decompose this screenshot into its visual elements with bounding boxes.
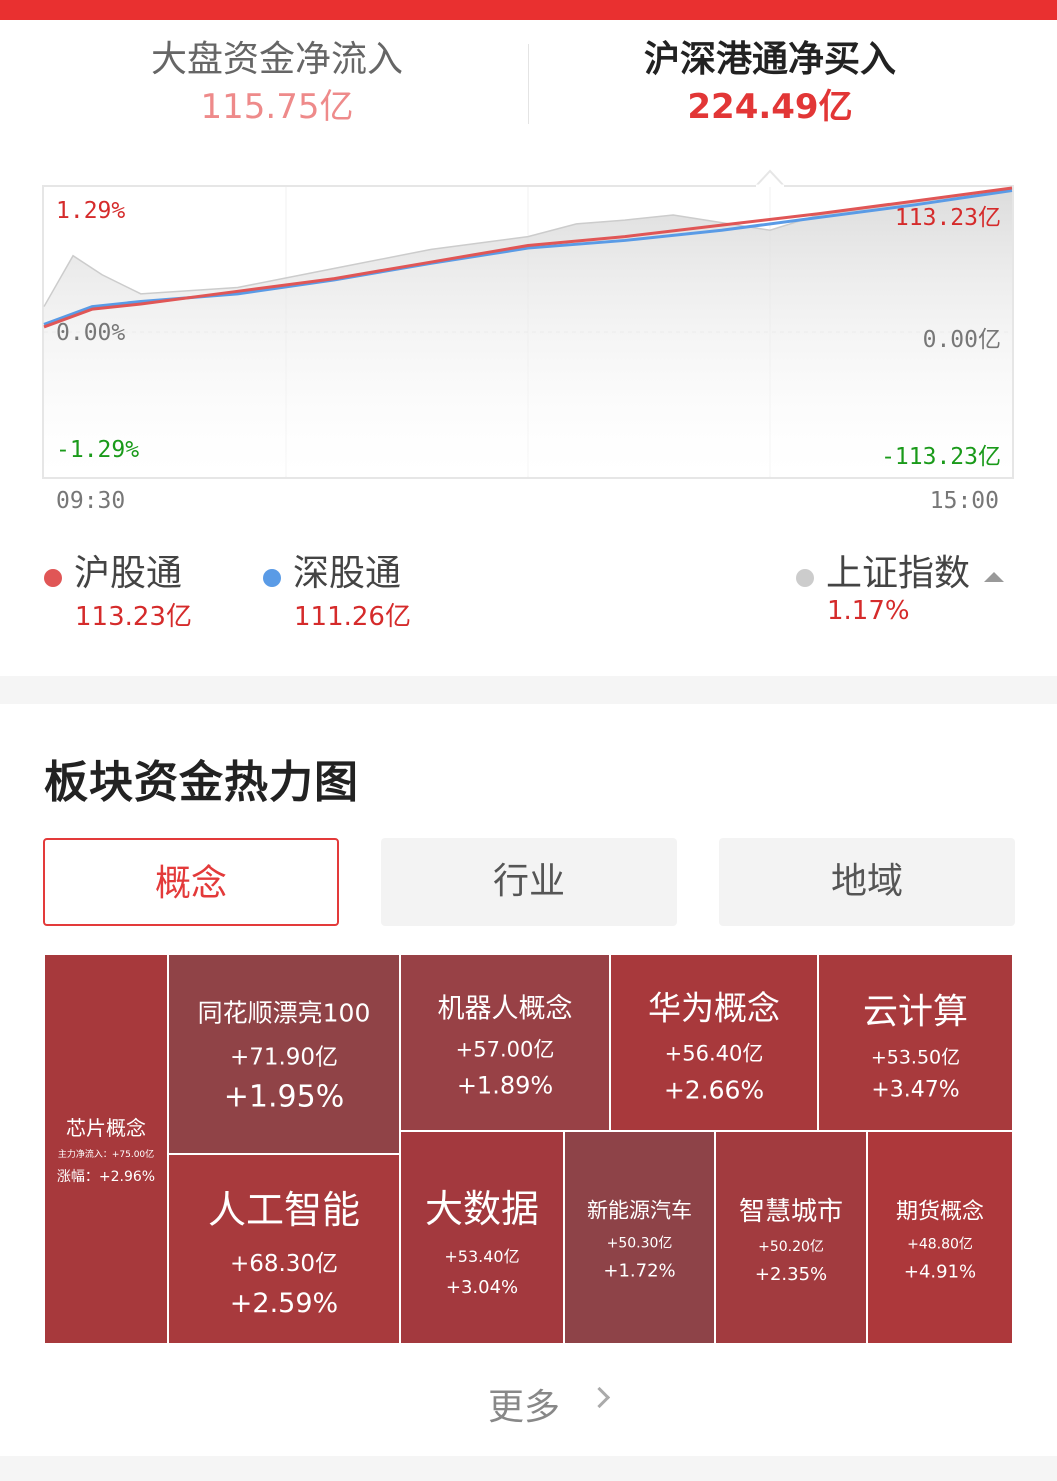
- tile-ths100[interactable]: 同花顺漂亮100 +71.90亿 +1.95%: [168, 954, 400, 1154]
- legend-sgt[interactable]: 深股通 111.26亿: [263, 544, 411, 632]
- chart-pointer: [753, 169, 787, 187]
- tile-name: 同花顺漂亮100: [197, 998, 371, 1028]
- legend-hgt-name: 沪股通: [74, 553, 183, 594]
- tile-name: 华为概念: [648, 988, 780, 1027]
- right-axis-mid: 0.00亿: [922, 327, 1001, 353]
- tile-name: 期货概念: [895, 1199, 984, 1224]
- tile-pct: +2.66%: [663, 1075, 765, 1104]
- tile-value: +50.20亿: [758, 1238, 824, 1255]
- tile-name: 大数据: [424, 1186, 539, 1231]
- tile-smartcity[interactable]: 智慧城市 +50.20亿 +2.35%: [715, 1131, 867, 1344]
- tile-value: +53.40亿: [444, 1246, 520, 1266]
- tile-pct: +2.59%: [229, 1288, 339, 1319]
- legend-sgt-value: 111.26亿: [294, 602, 411, 632]
- tile-name: 新能源汽车: [587, 1198, 692, 1222]
- tile-cloud[interactable]: 云计算 +53.50亿 +3.47%: [818, 954, 1013, 1131]
- legend-hgt-value: 113.23亿: [75, 602, 192, 632]
- tile-nev[interactable]: 新能源汽车 +50.30亿 +1.72%: [564, 1131, 715, 1344]
- tile-pct: +3.47%: [871, 1077, 960, 1102]
- tile-change: 涨幅：+2.96%: [56, 1169, 156, 1185]
- x-axis-start: 09:30: [56, 488, 126, 514]
- tile-value: +57.00亿: [455, 1037, 555, 1061]
- more-link[interactable]: 更多: [488, 1378, 560, 1430]
- legend-hgt[interactable]: 沪股通 113.23亿: [44, 544, 192, 632]
- caret-up-icon[interactable]: [984, 571, 1005, 582]
- x-axis-end: 15:00: [929, 488, 999, 514]
- tab-region[interactable]: 地域: [719, 838, 1015, 926]
- legend-sgt-name: 深股通: [293, 553, 402, 594]
- tile-name: 芯片概念: [66, 1116, 146, 1140]
- legend-index[interactable]: 上证指数 1.17%: [796, 544, 1005, 626]
- tab-concept[interactable]: 概念: [43, 838, 339, 926]
- right-axis-top: 113.23亿: [894, 205, 1001, 231]
- legend-index-value: 1.17%: [827, 596, 910, 626]
- tile-name: 机器人概念: [437, 993, 573, 1024]
- tile-value: +50.30亿: [606, 1235, 673, 1251]
- tile-ai[interactable]: 人工智能 +68.30亿 +2.59%: [168, 1154, 400, 1344]
- tile-robot[interactable]: 机器人概念 +57.00亿 +1.89%: [400, 954, 610, 1131]
- legend-index-dot: [796, 568, 814, 587]
- tile-pct: +1.72%: [603, 1260, 676, 1281]
- legend-index-name: 上证指数: [826, 553, 971, 594]
- tile-name: 云计算: [862, 992, 968, 1032]
- left-axis-mid: 0.00%: [56, 320, 126, 346]
- tile-value: +53.50亿: [870, 1046, 961, 1068]
- tile-pct: +1.95%: [223, 1079, 345, 1115]
- tile-chip[interactable]: 芯片概念 主力净流入：+75.00亿 涨幅：+2.96%: [44, 954, 168, 1344]
- left-axis-top: 1.29%: [56, 198, 126, 224]
- tile-value: +56.40亿: [664, 1041, 764, 1065]
- tile-value: +48.80亿: [907, 1236, 973, 1252]
- tile-pct: +1.89%: [456, 1071, 554, 1099]
- tab-industry[interactable]: 行业: [381, 838, 677, 926]
- tile-inflow: 主力净流入：+75.00亿: [57, 1150, 155, 1160]
- tile-bigdata[interactable]: 大数据 +53.40亿 +3.04%: [400, 1131, 564, 1344]
- tile-value: +68.30亿: [229, 1251, 339, 1277]
- tile-value: +71.90亿: [229, 1044, 339, 1071]
- legend-sgt-dot: [263, 568, 281, 587]
- tile-futures[interactable]: 期货概念 +48.80亿 +4.91%: [867, 1131, 1013, 1344]
- tile-huawei[interactable]: 华为概念 +56.40亿 +2.66%: [610, 954, 818, 1131]
- tile-pct: +4.91%: [903, 1261, 977, 1282]
- section-title: 板块资金热力图: [44, 757, 359, 808]
- tile-pct: +2.35%: [754, 1263, 828, 1285]
- tile-pct: +3.04%: [445, 1276, 519, 1298]
- left-axis-bottom: -1.29%: [56, 437, 140, 463]
- tile-name: 智慧城市: [738, 1196, 843, 1227]
- legend-hgt-dot: [44, 568, 62, 587]
- tile-name: 人工智能: [207, 1188, 360, 1232]
- right-axis-bottom: -113.23亿: [881, 444, 1001, 470]
